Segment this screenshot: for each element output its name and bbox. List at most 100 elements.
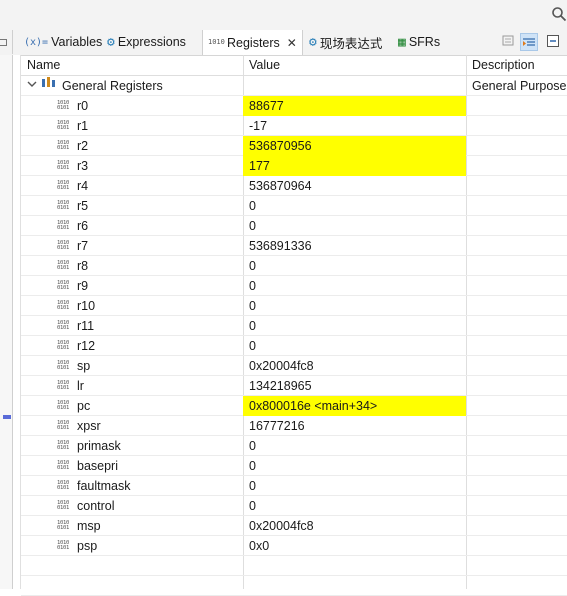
register-value[interactable]: 177 (243, 156, 466, 176)
column-header-name[interactable]: Name (21, 55, 243, 75)
register-row[interactable]: 1010 0101 basepri 0 (21, 456, 567, 476)
register-name-cell: 1010 0101 psp (57, 536, 97, 556)
register-name: primask (77, 439, 121, 453)
register-icon: 1010 0101 (57, 299, 70, 311)
register-value[interactable]: 0 (243, 456, 466, 476)
register-value[interactable]: 0x800016e <main+34> (243, 396, 466, 416)
layout-toggle-button[interactable] (520, 33, 538, 51)
register-name-cell: 1010 0101 lr (57, 376, 84, 396)
register-row[interactable]: 1010 0101 r3 177 (21, 156, 567, 176)
register-value[interactable]: 0x20004fc8 (243, 356, 466, 376)
register-row[interactable]: 1010 0101 r11 0 (21, 316, 567, 336)
tab-registers[interactable]: 1010 Registers ✕ (202, 30, 303, 55)
register-name-cell: 1010 0101 r0 (57, 96, 88, 116)
group-row-general-registers[interactable]: General Registers General Purpose (21, 76, 567, 96)
register-name-cell: 1010 0101 r4 (57, 176, 88, 196)
chevron-down-icon[interactable] (27, 76, 39, 96)
tab-expressions[interactable]: ⚙ Expressions (107, 30, 186, 54)
register-row[interactable]: 1010 0101 r5 0 (21, 196, 567, 216)
register-value[interactable]: 134218965 (243, 376, 466, 396)
register-value[interactable]: 0 (243, 316, 466, 336)
register-row[interactable]: 1010 0101 r9 0 (21, 276, 567, 296)
register-row[interactable]: 1010 0101 faultmask 0 (21, 476, 567, 496)
register-row[interactable]: 1010 0101 psp 0x0 (21, 536, 567, 556)
register-icon: 1010 0101 (57, 539, 70, 551)
register-value[interactable]: 0 (243, 256, 466, 276)
tab-variables[interactable]: (x)= Variables (24, 30, 102, 54)
register-name: r9 (77, 279, 89, 293)
register-value[interactable]: 0 (243, 196, 466, 216)
register-row[interactable]: 1010 0101 r2 536870956 (21, 136, 567, 156)
sfrs-icon: ▦ (398, 34, 406, 50)
register-row[interactable]: 1010 0101 xpsr 16777216 (21, 416, 567, 436)
register-name-cell: 1010 0101 r1 (57, 116, 88, 136)
register-row[interactable]: 1010 0101 r7 536891336 (21, 236, 567, 256)
register-row[interactable]: 1010 0101 r4 536870964 (21, 176, 567, 196)
search-icon[interactable] (551, 6, 567, 22)
register-row[interactable]: 1010 0101 r12 0 (21, 336, 567, 356)
tab-variables-label: Variables (51, 35, 103, 49)
left-ruler-strip (0, 55, 13, 589)
tab-expressions-label: Expressions (117, 35, 186, 49)
register-value[interactable]: 16777216 (243, 416, 466, 436)
register-name-cell: 1010 0101 sp (57, 356, 90, 376)
register-name-cell: 1010 0101 r6 (57, 216, 88, 236)
tab-sfrs[interactable]: ▦ SFRs (398, 30, 440, 54)
register-value[interactable]: 0 (243, 216, 466, 236)
register-value[interactable]: 536870964 (243, 176, 466, 196)
register-name-cell: 1010 0101 faultmask (57, 476, 131, 496)
column-header-value[interactable]: Value (243, 55, 466, 75)
register-name: lr (77, 379, 84, 393)
register-row[interactable]: 1010 0101 r10 0 (21, 296, 567, 316)
register-row[interactable]: 1010 0101 control 0 (21, 496, 567, 516)
register-value[interactable]: 536891336 (243, 236, 466, 256)
collapse-all-button[interactable] (545, 33, 563, 51)
register-value[interactable]: 88677 (243, 96, 466, 116)
register-name-cell: 1010 0101 msp (57, 516, 101, 536)
register-icon: 1010 0101 (57, 399, 70, 411)
register-icon: 1010 0101 (57, 159, 70, 171)
register-value[interactable]: 0 (243, 276, 466, 296)
register-row[interactable]: 1010 0101 msp 0x20004fc8 (21, 516, 567, 536)
register-value[interactable]: 0 (243, 296, 466, 316)
register-name: msp (77, 519, 101, 533)
register-row[interactable]: 1010 0101 primask 0 (21, 436, 567, 456)
tree-gutter (13, 55, 21, 589)
register-icon: 1010 0101 (57, 479, 70, 491)
register-row[interactable]: 1010 0101 lr 134218965 (21, 376, 567, 396)
register-value[interactable]: 0 (243, 476, 466, 496)
window-top-bar (0, 0, 567, 30)
view-tab-bar: (x)= Variables ⚙ Expressions 1010 Regist… (0, 30, 567, 56)
register-icon: 1010 0101 (57, 359, 70, 371)
register-name-cell: 1010 0101 r11 (57, 316, 94, 336)
register-row[interactable]: 1010 0101 r1 -17 (21, 116, 567, 136)
group-name-cell: General Registers (27, 76, 163, 96)
register-row[interactable]: 1010 0101 r0 88677 (21, 96, 567, 116)
register-value[interactable]: 536870956 (243, 136, 466, 156)
column-header-description[interactable]: Description (466, 55, 567, 75)
tab-live-expressions[interactable]: ⚙ 现场表达式 (309, 30, 382, 54)
expressions-icon: ⚙ (107, 34, 115, 50)
register-value[interactable]: 0x20004fc8 (243, 516, 466, 536)
register-name-cell: 1010 0101 control (57, 496, 115, 516)
register-name-cell: 1010 0101 r5 (57, 196, 88, 216)
number-format-icon (502, 35, 514, 46)
register-icon: 1010 0101 (57, 379, 70, 391)
group-description: General Purpose (472, 79, 567, 93)
live-expressions-icon: ⚙ (309, 34, 317, 50)
register-row[interactable]: 1010 0101 pc 0x800016e <main+34> (21, 396, 567, 416)
register-row[interactable]: 1010 0101 r6 0 (21, 216, 567, 236)
register-value[interactable]: 0x0 (243, 536, 466, 556)
close-icon[interactable]: ✕ (287, 36, 297, 50)
register-value[interactable]: 0 (243, 336, 466, 356)
register-name: r0 (77, 99, 89, 113)
register-value[interactable]: 0 (243, 436, 466, 456)
register-name: xpsr (77, 419, 101, 433)
register-group-icon (41, 76, 57, 96)
register-row[interactable]: 1010 0101 sp 0x20004fc8 (21, 356, 567, 376)
register-value[interactable]: 0 (243, 496, 466, 516)
register-row[interactable]: 1010 0101 r8 0 (21, 256, 567, 276)
tab-registers-label: Registers (227, 35, 280, 50)
clear-number-format-button[interactable] (500, 33, 518, 51)
register-value[interactable]: -17 (243, 116, 466, 136)
